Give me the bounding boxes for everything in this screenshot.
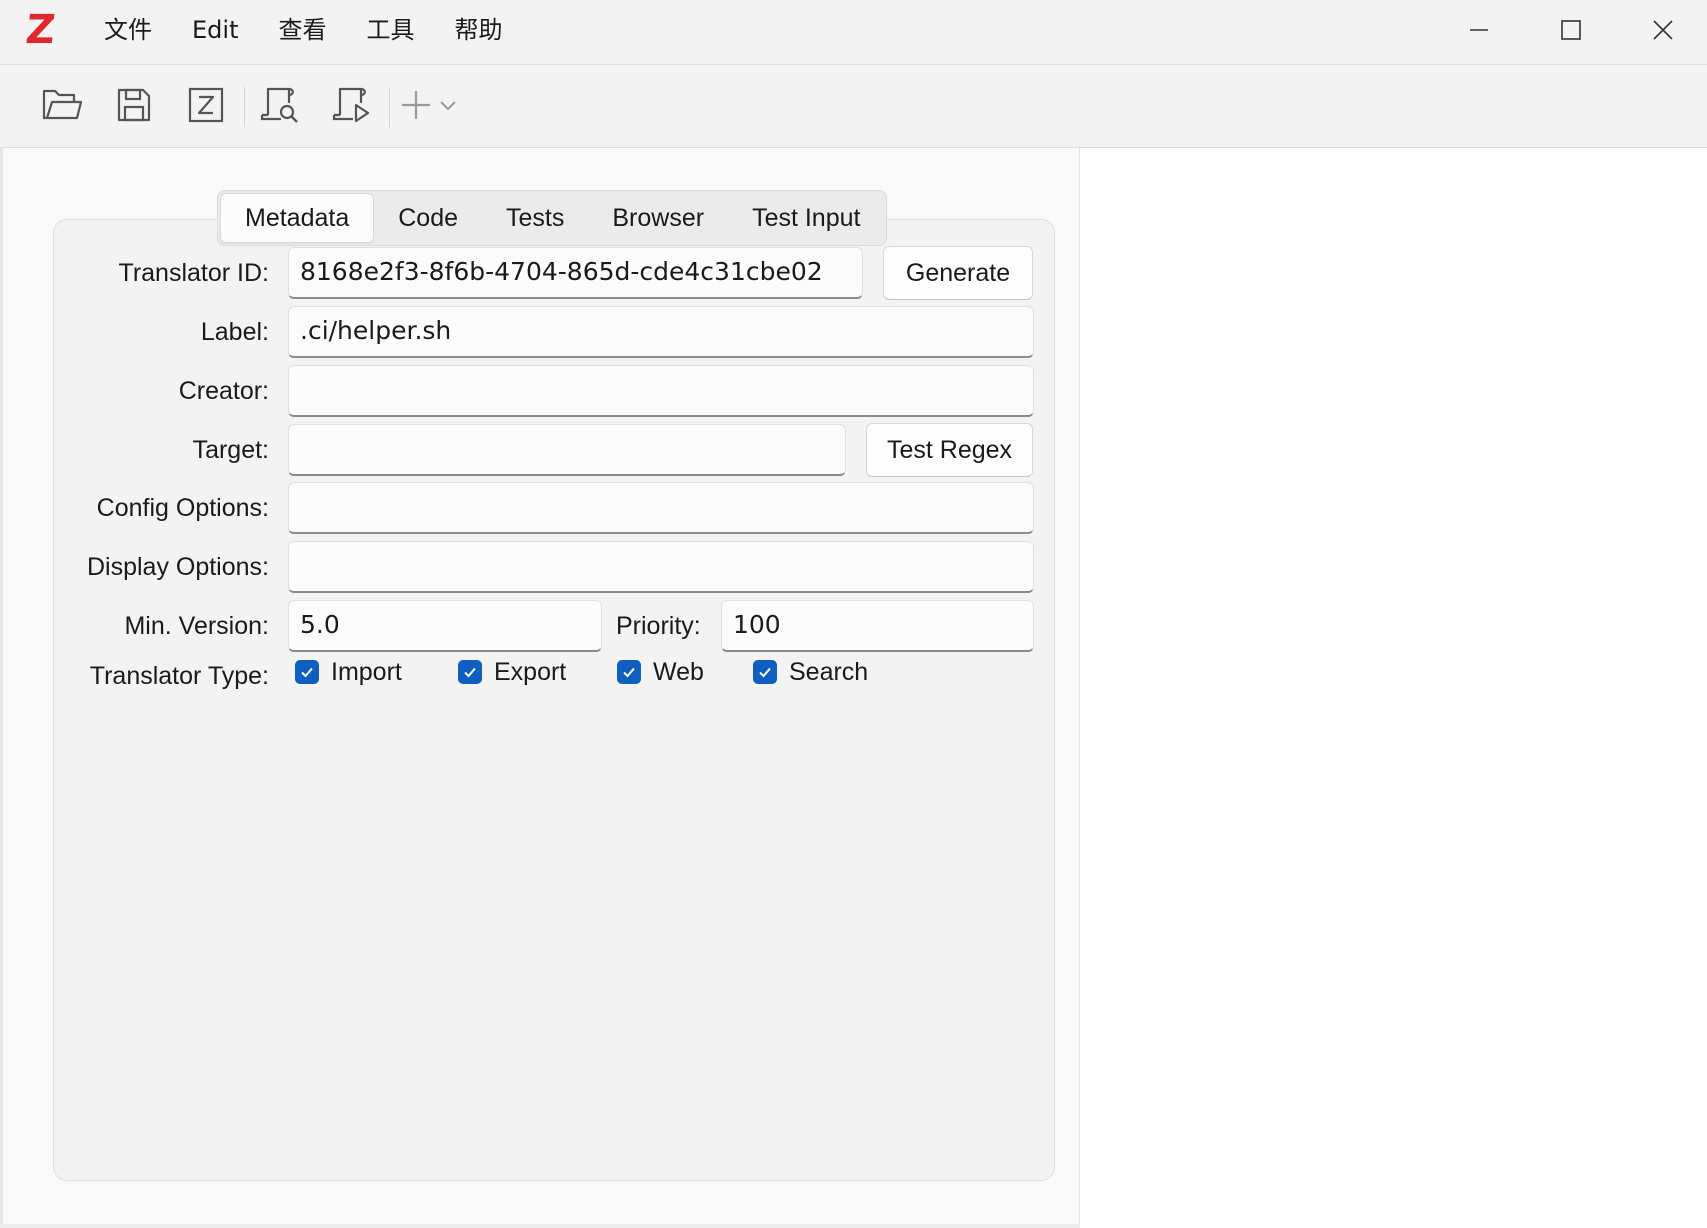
browser-pane[interactable] [1080,148,1707,1228]
label-field[interactable]: .ci/helper.sh [288,306,1034,358]
tab-panel [53,219,1055,1181]
checkmark-icon [458,660,482,684]
run-icon [332,87,370,123]
menu-bar: 文件 Edit 查看 工具 帮助 [84,0,522,60]
add-dropdown-button[interactable] [393,82,463,128]
menu-tools[interactable]: 工具 [346,0,434,60]
translator-type-label: Translator Type: [89,662,269,690]
zotero-logo-icon: Z [23,7,58,53]
import-checkbox[interactable]: Import [295,652,402,692]
chevron-down-icon [440,101,456,111]
web-label: Web [653,657,704,686]
display-options-label: Display Options: [86,553,269,581]
tab-metadata[interactable]: Metadata [220,193,375,243]
menu-edit[interactable]: Edit [172,0,258,60]
menu-help[interactable]: 帮助 [434,0,522,60]
priority-field[interactable]: 100 [721,600,1034,652]
translator-id-label: Translator ID: [118,259,269,287]
checkmark-icon [753,660,777,684]
maximize-button[interactable] [1525,0,1617,60]
translator-editor-window: Z 文件 Edit 查看 工具 帮助 Metadata Code Tests B… [0,0,1707,1228]
zotero-icon [188,87,224,123]
label-label: Label: [200,318,269,346]
title-bar: Z 文件 Edit 查看 工具 帮助 [0,0,1707,65]
display-options-field[interactable] [288,541,1034,593]
min-version-label: Min. Version: [124,612,269,640]
metadata-pane: Metadata Code Tests Browser Test Input T… [3,148,1080,1224]
menu-file[interactable]: 文件 [84,0,172,60]
tab-test-input[interactable]: Test Input [728,193,884,243]
minimize-icon [1470,29,1488,31]
search-label: Search [789,657,869,686]
import-label: Import [331,657,402,686]
minimize-button[interactable] [1433,0,1525,60]
search-checkbox[interactable]: Search [753,652,868,692]
min-version-field[interactable]: 5.0 [288,600,602,652]
close-icon [1653,20,1673,40]
toolbar-separator [389,87,390,127]
web-checkbox[interactable]: Web [617,652,704,692]
save-button[interactable] [109,82,159,128]
creator-field[interactable] [288,365,1034,417]
tab-tests[interactable]: Tests [482,193,588,243]
menu-view[interactable]: 查看 [258,0,346,60]
maximize-icon [1561,20,1581,40]
checkmark-icon [617,660,641,684]
close-button[interactable] [1617,0,1707,60]
open-button[interactable] [37,82,87,128]
export-label: Export [494,657,567,686]
tab-code[interactable]: Code [374,193,482,243]
detect-icon [260,87,298,123]
run-button[interactable] [327,82,377,128]
translator-id-field[interactable]: 8168e2f3-8f6b-4704-865d-cde4c31cbe02 [288,247,863,299]
target-field[interactable] [288,424,846,476]
open-folder-icon [42,89,83,120]
export-checkbox[interactable]: Export [458,652,566,692]
tab-bar: Metadata Code Tests Browser Test Input [217,190,888,246]
config-options-label: Config Options: [96,494,269,522]
toolbar [0,65,1707,148]
zotero-button[interactable] [181,82,231,128]
tab-browser[interactable]: Browser [588,193,728,243]
priority-label: Priority: [616,612,701,640]
add-icon [402,91,430,119]
status-strip [0,1224,1080,1228]
save-icon [117,88,151,122]
config-options-field[interactable] [288,482,1034,534]
creator-label: Creator: [178,377,269,405]
generate-button[interactable]: Generate [883,246,1033,300]
test-regex-button[interactable]: Test Regex [866,423,1033,477]
checkmark-icon [295,660,319,684]
target-label: Target: [192,436,269,464]
toolbar-separator [244,87,245,127]
detect-button[interactable] [255,82,305,128]
